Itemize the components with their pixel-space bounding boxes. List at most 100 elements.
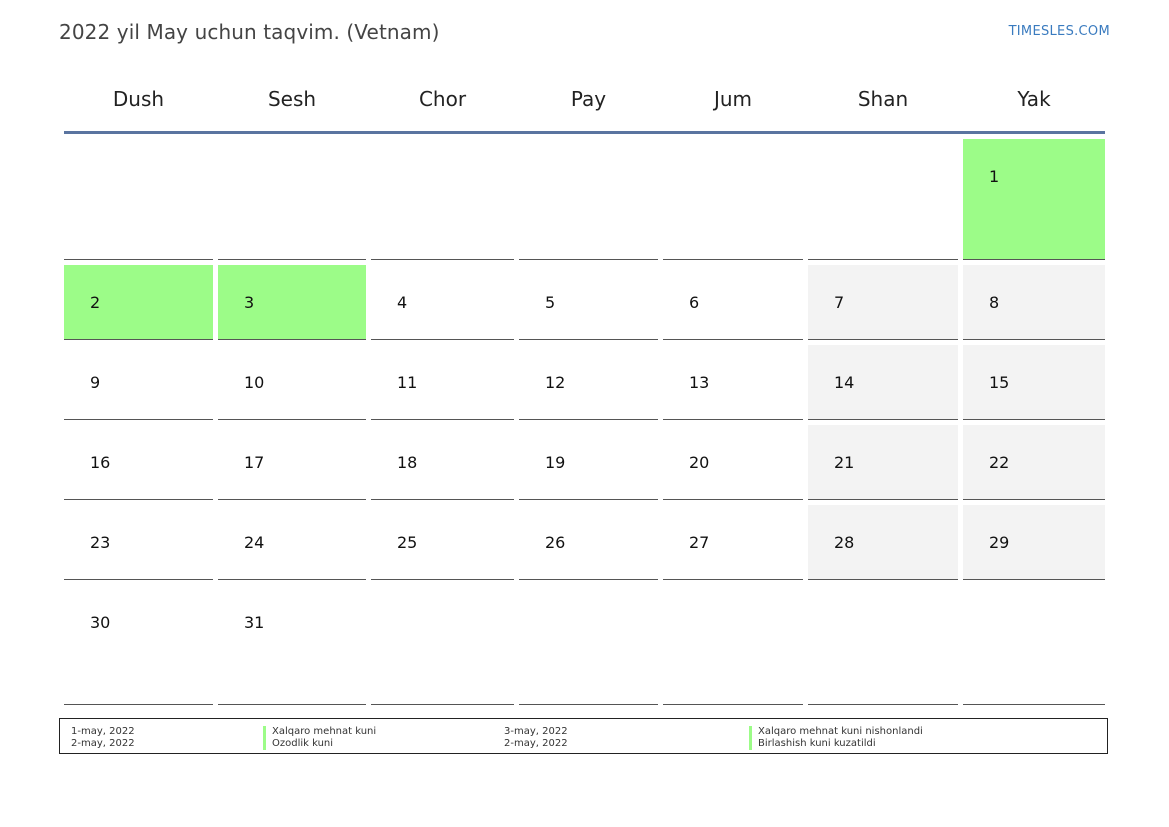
- day-cell[interactable]: 14: [808, 345, 958, 420]
- day-cell[interactable]: 22: [963, 425, 1105, 500]
- empty-day-cell: [519, 139, 658, 260]
- day-cell[interactable]: 29: [963, 505, 1105, 580]
- week-row: 16 17 18 19 20 21 22: [64, 425, 1105, 500]
- empty-day-cell: [371, 139, 514, 260]
- day-cell[interactable]: 23: [64, 505, 213, 580]
- weekday-thu: Pay: [570, 87, 607, 111]
- day-cell[interactable]: 4: [371, 265, 514, 340]
- day-number: 16: [90, 453, 111, 472]
- day-cell[interactable]: 31: [218, 585, 366, 705]
- day-cell[interactable]: 1: [963, 139, 1105, 260]
- day-number: 22: [989, 453, 1010, 472]
- day-cell[interactable]: 30: [64, 585, 213, 705]
- empty-day-cell: [663, 585, 803, 705]
- day-number: 9: [90, 373, 101, 392]
- day-cell[interactable]: 7: [808, 265, 958, 340]
- weekday-fri: Jum: [713, 87, 753, 111]
- legend-holiday-name: Xalqaro mehnat kuni: [263, 726, 376, 738]
- week-row: 30 31: [64, 585, 1105, 705]
- day-number: 28: [834, 533, 855, 552]
- day-number: 21: [834, 453, 855, 472]
- day-number: 15: [989, 373, 1010, 392]
- day-number: 20: [689, 453, 710, 472]
- weeks-container: 1 2 3 4 5 6 7 8 9 10 11 12 13 14 15 16 17 18 19 20 21 22 23 24 2…: [64, 139, 1105, 705]
- day-cell[interactable]: 6: [663, 265, 803, 340]
- legend-date: 1-may, 2022: [71, 726, 135, 737]
- day-number: 8: [989, 293, 1000, 312]
- day-cell[interactable]: 16: [64, 425, 213, 500]
- day-cell[interactable]: 24: [218, 505, 366, 580]
- day-number: 10: [244, 373, 265, 392]
- day-number: 19: [545, 453, 566, 472]
- day-cell[interactable]: 26: [519, 505, 658, 580]
- page-title: 2022 yil May uchun taqvim. (Vetnam): [59, 20, 440, 44]
- day-cell[interactable]: 10: [218, 345, 366, 420]
- day-cell[interactable]: 17: [218, 425, 366, 500]
- day-number: 17: [244, 453, 265, 472]
- empty-day-cell: [371, 585, 514, 705]
- empty-day-cell: [963, 585, 1105, 705]
- day-number: 14: [834, 373, 855, 392]
- legend-holiday-name: Ozodlik kuni: [263, 738, 333, 750]
- day-cell[interactable]: 28: [808, 505, 958, 580]
- weekday-tue: Sesh: [267, 87, 317, 111]
- day-number: 4: [397, 293, 408, 312]
- legend-holiday-name: Birlashish kuni kuzatildi: [749, 738, 876, 750]
- legend-holiday-name: Xalqaro mehnat kuni nishonlandi: [749, 726, 923, 738]
- day-number: 24: [244, 533, 265, 552]
- day-cell[interactable]: 5: [519, 265, 658, 340]
- brand-link[interactable]: TIMESLES.COM: [1009, 24, 1110, 39]
- day-number: 30: [90, 613, 111, 632]
- holiday-legend: 1-may, 2022 Xalqaro mehnat kuni 2-may, 2…: [59, 718, 1108, 754]
- empty-day-cell: [663, 139, 803, 260]
- empty-day-cell: [519, 585, 658, 705]
- legend-date: 3-may, 2022: [504, 726, 568, 737]
- empty-day-cell: [808, 139, 958, 260]
- day-cell[interactable]: 25: [371, 505, 514, 580]
- day-cell[interactable]: 15: [963, 345, 1105, 420]
- day-number: 2: [90, 293, 101, 312]
- calendar: Dush Sesh Chor Pay Jum Shan Yak 12345678…: [64, 78, 1105, 705]
- day-cell[interactable]: 21: [808, 425, 958, 500]
- day-cell[interactable]: 27: [663, 505, 803, 580]
- empty-day-cell: [218, 139, 366, 260]
- day-number: 3: [244, 293, 255, 312]
- day-cell[interactable]: 2: [64, 265, 213, 340]
- legend-date: 2-may, 2022: [504, 738, 568, 749]
- legend-date: 2-may, 2022: [71, 738, 135, 749]
- day-number: 1: [989, 167, 1000, 186]
- weekday-mon: Dush: [112, 87, 165, 111]
- day-cell[interactable]: 8: [963, 265, 1105, 340]
- day-cell[interactable]: 20: [663, 425, 803, 500]
- day-number: 23: [90, 533, 111, 552]
- day-number: 18: [397, 453, 418, 472]
- day-number: 29: [989, 533, 1010, 552]
- day-number: 12: [545, 373, 566, 392]
- day-number: 25: [397, 533, 418, 552]
- day-number: 7: [834, 293, 845, 312]
- weekday-sat: Shan: [857, 87, 909, 111]
- week-row: 9 10 11 12 13 14 15: [64, 345, 1105, 420]
- day-number: 11: [397, 373, 418, 392]
- weekday-wed: Chor: [418, 87, 467, 111]
- day-number: 13: [689, 373, 710, 392]
- day-number: 27: [689, 533, 710, 552]
- day-cell[interactable]: 11: [371, 345, 514, 420]
- week-row: 1: [64, 139, 1105, 260]
- empty-day-cell: [64, 139, 213, 260]
- day-cell[interactable]: 3: [218, 265, 366, 340]
- day-number: 6: [689, 293, 700, 312]
- day-cell[interactable]: 9: [64, 345, 213, 420]
- weekday-sun: Yak: [1017, 87, 1051, 111]
- day-cell[interactable]: 19: [519, 425, 658, 500]
- week-row: 2 3 4 5 6 7 8: [64, 265, 1105, 340]
- day-number: 5: [545, 293, 556, 312]
- day-cell[interactable]: 12: [519, 345, 658, 420]
- week-row: 23 24 25 26 27 28 29: [64, 505, 1105, 580]
- weekday-header: Dush Sesh Chor Pay Jum Shan Yak: [64, 78, 1105, 134]
- empty-day-cell: [808, 585, 958, 705]
- day-number: 31: [244, 613, 265, 632]
- day-cell[interactable]: 18: [371, 425, 514, 500]
- day-cell[interactable]: 13: [663, 345, 803, 420]
- day-number: 26: [545, 533, 566, 552]
